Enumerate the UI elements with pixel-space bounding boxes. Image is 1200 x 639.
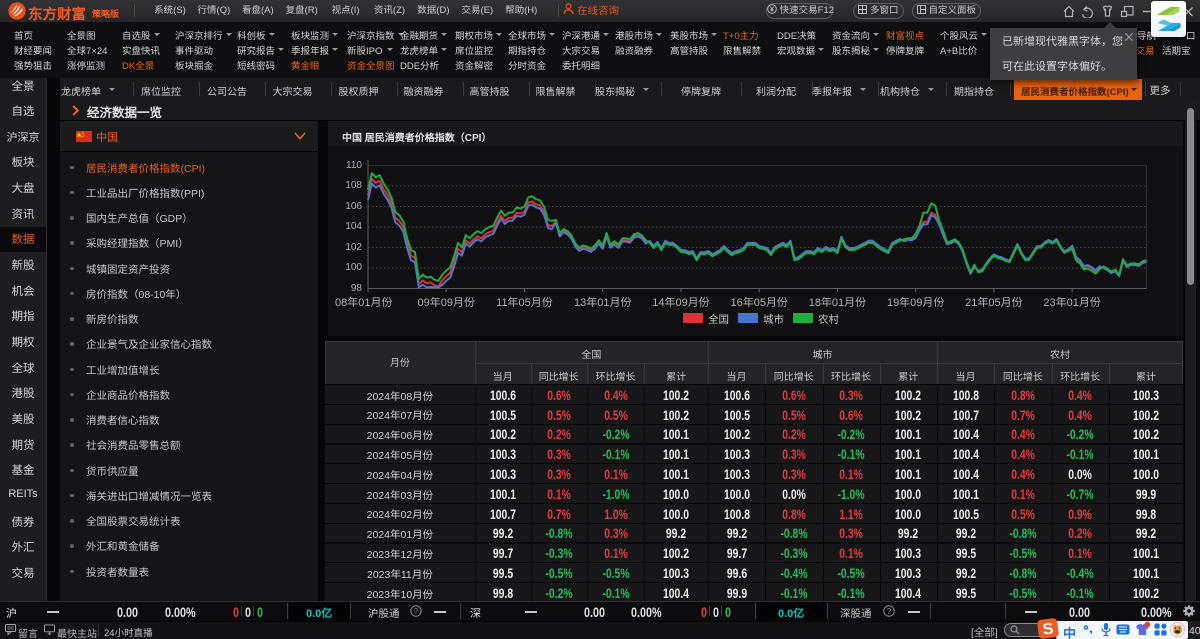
svg-text:?: ? (887, 607, 892, 616)
svg-text:?: ? (414, 607, 419, 616)
